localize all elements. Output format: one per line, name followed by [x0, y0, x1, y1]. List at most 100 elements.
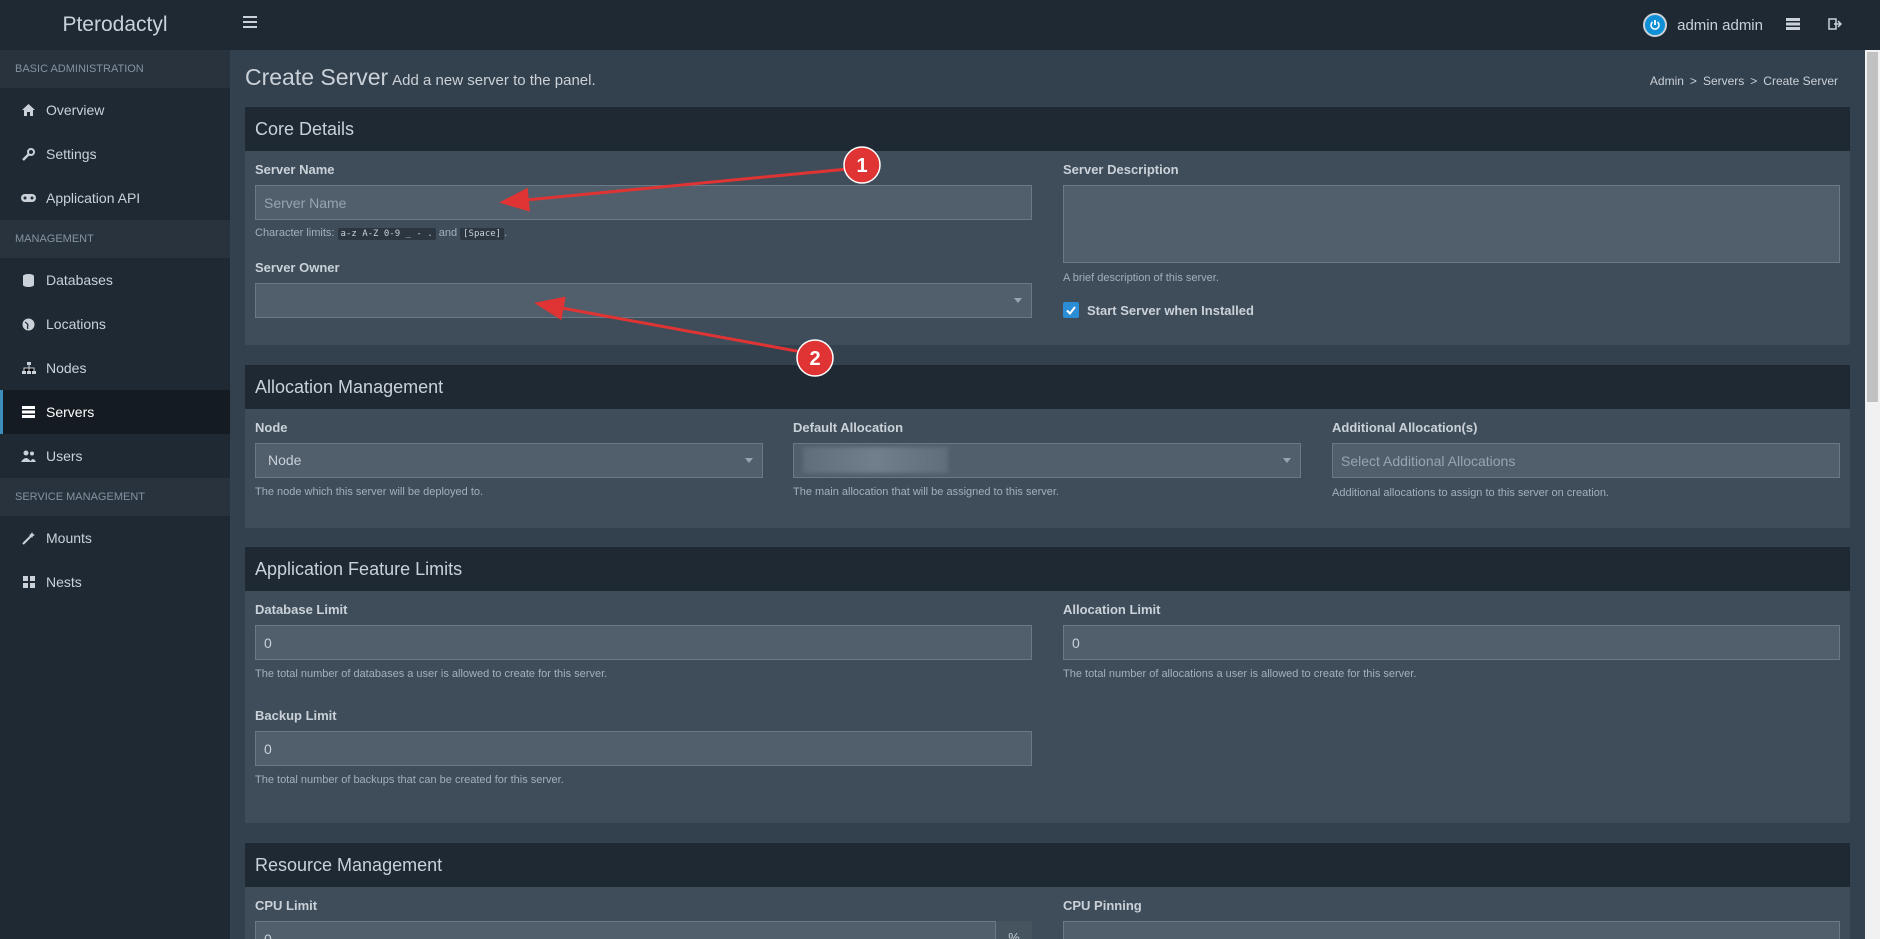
server-name-group: Server Name Character limits: a-z A-Z 0-… [255, 162, 1032, 240]
logout-icon[interactable] [1828, 17, 1843, 31]
cpu-pinning-group: CPU Pinning [1063, 898, 1840, 939]
additional-allocations-input[interactable] [1332, 443, 1840, 478]
page-subtitle: Add a new server to the panel. [392, 72, 596, 89]
sidebar-item-servers[interactable]: Servers [0, 390, 230, 434]
chevron-down-icon [1283, 458, 1291, 463]
default-allocation-label: Default Allocation [793, 420, 904, 435]
sidebar-item-label: Application API [46, 190, 141, 206]
checkmark-icon[interactable] [1063, 302, 1079, 318]
database-limit-label: Database Limit [255, 602, 348, 617]
feature-limits-header: Application Feature Limits [245, 547, 1850, 591]
sidebar-item-locations[interactable]: Locations [0, 302, 230, 346]
gamepad-icon [21, 191, 36, 206]
allocation-limit-help: The total number of allocations a user i… [1063, 668, 1417, 680]
core-details-box: Core Details Server Name Character limit… [245, 107, 1850, 345]
server-name-input[interactable] [255, 185, 1032, 220]
database-icon [21, 273, 36, 288]
resource-management-box: Resource Management CPU Limit % CPU Pinn… [245, 843, 1850, 939]
char-limits-code: a-z A-Z 0-9 _ - . [337, 228, 436, 240]
sidebar-item-label: Servers [46, 404, 95, 420]
backup-limit-label: Backup Limit [255, 708, 337, 723]
sidebar-item-label: Users [46, 448, 83, 464]
sidebar-item-application-api[interactable]: Application API [0, 176, 230, 220]
server-description-help: A brief description of this server. [1063, 272, 1219, 284]
user-name: admin admin [1677, 16, 1763, 34]
node-group: Node Node The node which this server wil… [255, 420, 763, 498]
sidebar-item-label: Overview [46, 102, 105, 118]
sidebar-header-service: SERVICE MANAGEMENT [0, 478, 230, 516]
user-menu[interactable]: admin admin [1643, 13, 1763, 37]
breadcrumb-separator: > [1750, 74, 1758, 88]
allocation-management-header: Allocation Management [245, 365, 1850, 409]
sidebar-header-management: MANAGEMENT [0, 220, 230, 258]
char-limits-end: . [504, 227, 508, 239]
default-allocation-help: The main allocation that will be assigne… [793, 486, 1059, 498]
additional-allocations-label: Additional Allocation(s) [1332, 420, 1478, 435]
allocation-management-box: Allocation Management Node Node The node… [245, 365, 1850, 528]
sidebar-item-overview[interactable]: Overview [0, 88, 230, 132]
backup-limit-input[interactable] [255, 731, 1032, 766]
percent-addon: % [995, 921, 1032, 939]
breadcrumb-servers[interactable]: Servers [1703, 74, 1744, 88]
char-limits-help: Character limits: a-z A-Z 0-9 _ - . and … [255, 227, 1032, 240]
backup-limit-group: Backup Limit The total number of backups… [255, 708, 1032, 786]
page-title: Create Server Add a new server to the pan… [245, 64, 596, 91]
server-description-label: Server Description [1063, 162, 1179, 177]
sidebar-item-nests[interactable]: Nests [0, 560, 230, 604]
server-name-label: Server Name [255, 162, 335, 177]
brand-logo[interactable]: Pterodactyl [0, 0, 230, 50]
default-allocation-select[interactable] [793, 443, 1301, 478]
allocation-limit-input[interactable] [1063, 625, 1840, 660]
database-limit-input[interactable] [255, 625, 1032, 660]
sidebar-item-nodes[interactable]: Nodes [0, 346, 230, 390]
th-large-icon [21, 575, 36, 590]
node-select[interactable]: Node [255, 443, 763, 478]
chevron-down-icon [745, 458, 753, 463]
cpu-limit-label: CPU Limit [255, 898, 318, 913]
sidebar-item-label: Nodes [46, 360, 87, 376]
server-owner-group: Server Owner [255, 260, 1032, 318]
cpu-limit-group: CPU Limit % [255, 898, 1032, 939]
sidebar-item-label: Settings [46, 146, 97, 162]
server-icon [21, 405, 36, 420]
breadcrumb: Admin > Servers > Create Server [1650, 74, 1838, 88]
database-limit-help: The total number of databases a user is … [255, 668, 608, 680]
server-owner-select[interactable] [255, 283, 1032, 318]
scrollbar-thumb[interactable] [1867, 52, 1878, 402]
sidebar-item-users[interactable]: Users [0, 434, 230, 478]
sidebar: BASIC ADMINISTRATION Overview Settings A… [0, 50, 230, 939]
feature-limits-box: Application Feature Limits Database Limi… [245, 547, 1850, 823]
breadcrumb-separator: > [1689, 74, 1697, 88]
database-limit-group: Database Limit The total number of datab… [255, 602, 1032, 680]
sidebar-item-label: Nests [46, 574, 82, 590]
page-title-text: Create Server [245, 64, 389, 90]
allocation-limit-label: Allocation Limit [1063, 602, 1161, 617]
wrench-icon [21, 147, 36, 162]
server-owner-value[interactable] [255, 283, 1032, 318]
sidebar-item-label: Databases [46, 272, 113, 288]
sidebar-item-databases[interactable]: Databases [0, 258, 230, 302]
sidebar-toggle-icon[interactable] [243, 16, 257, 28]
sidebar-header-basic: BASIC ADMINISTRATION [0, 50, 230, 88]
chevron-down-icon [1014, 298, 1022, 303]
cpu-limit-input[interactable] [255, 921, 1032, 939]
cpu-pinning-input[interactable] [1063, 921, 1840, 939]
home-icon [21, 103, 36, 118]
breadcrumb-admin[interactable]: Admin [1650, 74, 1684, 88]
sidebar-item-label: Mounts [46, 530, 92, 546]
node-select-value[interactable]: Node [255, 443, 763, 478]
char-limits-space: [Space] [460, 228, 505, 240]
core-details-header: Core Details [245, 107, 1850, 151]
default-allocation-group: Default Allocation The main allocation t… [793, 420, 1301, 498]
sidebar-item-mounts[interactable]: Mounts [0, 516, 230, 560]
server-description-textarea[interactable] [1063, 185, 1840, 263]
server-list-icon[interactable] [1786, 17, 1800, 31]
sidebar-item-settings[interactable]: Settings [0, 132, 230, 176]
avatar [1643, 13, 1668, 37]
start-when-installed-label: Start Server when Installed [1087, 302, 1254, 318]
breadcrumb-current: Create Server [1763, 74, 1838, 88]
resource-management-header: Resource Management [245, 843, 1850, 887]
char-limits-prefix: Character limits: [255, 227, 335, 239]
server-owner-label: Server Owner [255, 260, 340, 275]
start-when-installed-checkbox[interactable]: Start Server when Installed [1063, 302, 1254, 318]
